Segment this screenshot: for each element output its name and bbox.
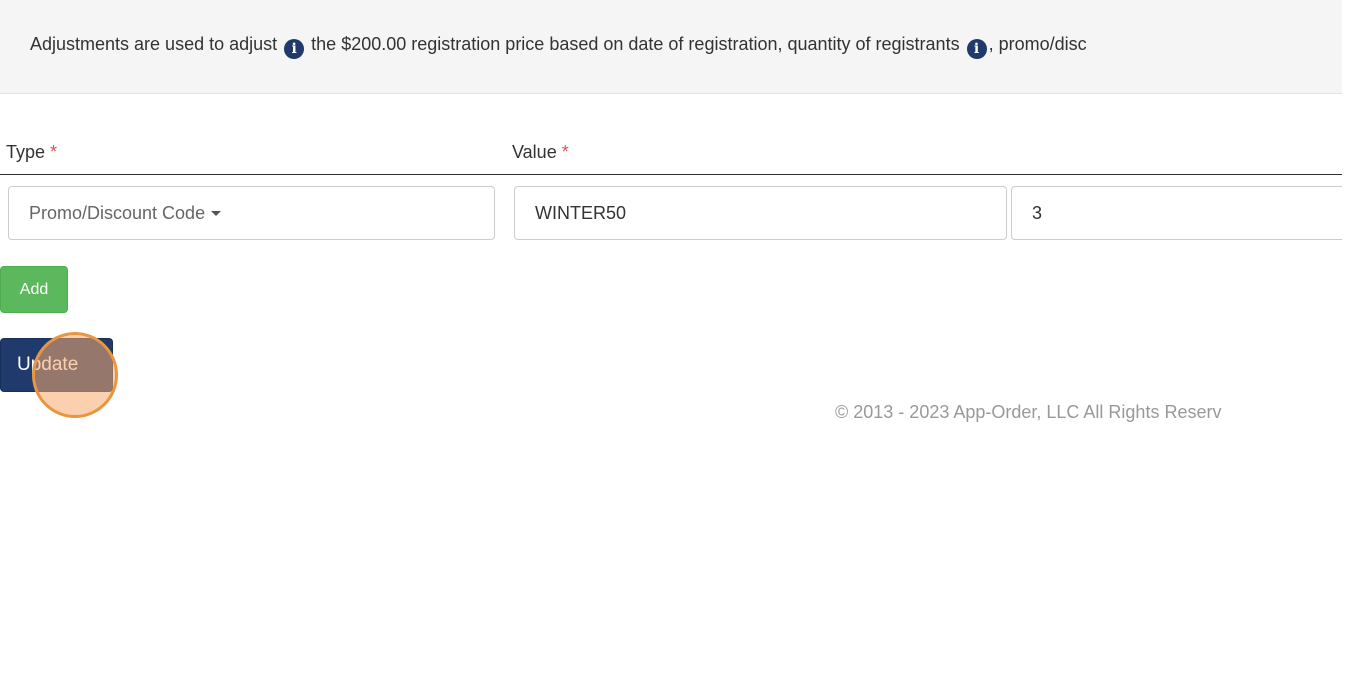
promo-code-value: WINTER50 <box>535 203 627 223</box>
promo-code-input[interactable]: WINTER50 <box>514 186 1007 240</box>
footer-copyright: © 2013 - 2023 App-Order, LLC All Rights … <box>835 402 1222 422</box>
info-panel: Adjustments are used to adjust i the $20… <box>0 0 1352 94</box>
info-text-part1: Adjustments are used to adjust <box>30 34 278 54</box>
required-marker: * <box>561 142 569 162</box>
info-icon[interactable]: i <box>966 39 987 59</box>
page-edge <box>1342 0 1352 674</box>
required-marker: * <box>50 142 58 162</box>
discount-amount-value: 3 <box>1032 203 1043 223</box>
discount-amount-input[interactable]: 3 <box>1011 186 1342 240</box>
info-text-part2: the $200.00 registration price based on … <box>311 34 960 54</box>
header-divider <box>0 174 1342 175</box>
caret-down-icon <box>211 211 222 216</box>
info-icon[interactable]: i <box>284 39 305 59</box>
update-button[interactable]: Update <box>0 338 113 392</box>
type-select[interactable]: Promo/Discount Code <box>8 186 495 240</box>
info-text: Adjustments are used to adjust i the $20… <box>30 34 1087 59</box>
value-label-text: Value <box>512 142 557 162</box>
page: Adjustments are used to adjust i the $20… <box>0 0 1352 674</box>
info-text-part3: , promo/disc <box>988 34 1087 54</box>
type-label-text: Type <box>6 142 46 162</box>
add-button[interactable]: Add <box>0 266 68 313</box>
type-label: Type * <box>6 142 57 163</box>
type-select-value: Promo/Discount Code <box>29 203 206 223</box>
value-label: Value * <box>512 142 569 163</box>
